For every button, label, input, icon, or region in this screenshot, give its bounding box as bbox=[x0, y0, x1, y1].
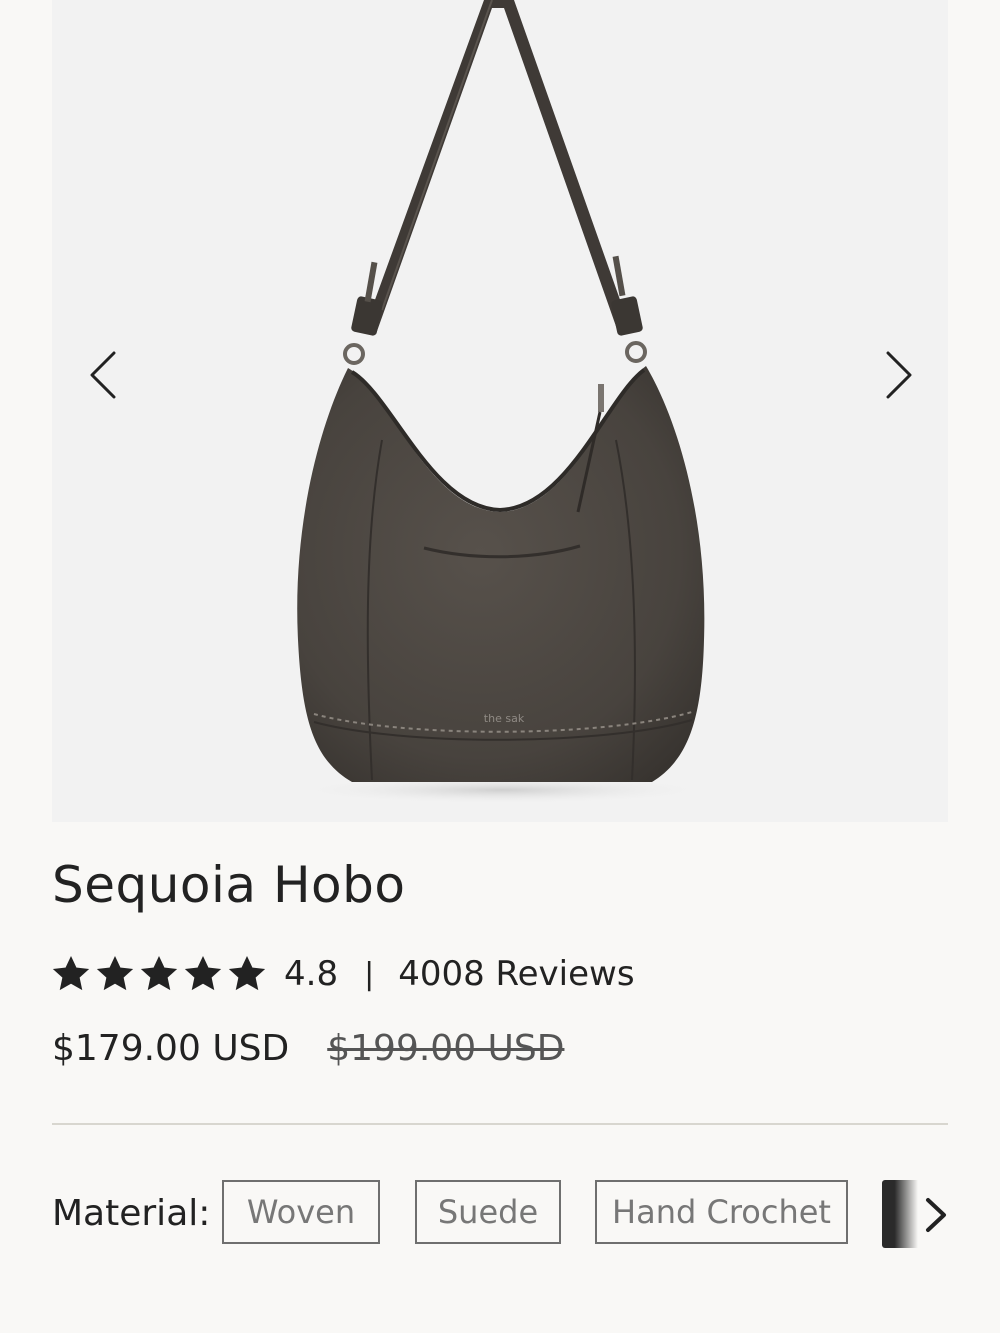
material-label: Material: bbox=[52, 1193, 211, 1234]
material-option-hand-crochet[interactable]: Hand Crochet bbox=[595, 1180, 848, 1244]
compare-at-price: $199.00 USD bbox=[327, 1028, 565, 1069]
material-scroll-next-button[interactable] bbox=[918, 1190, 952, 1240]
star-icon bbox=[96, 955, 134, 991]
bag-brand-mark: the sak bbox=[484, 712, 525, 725]
material-option-woven[interactable]: Woven bbox=[222, 1180, 380, 1244]
star-icon bbox=[184, 955, 222, 991]
star-icon bbox=[52, 955, 90, 991]
star-icon bbox=[140, 955, 178, 991]
product-title: Sequoia Hobo bbox=[52, 856, 406, 914]
material-selector: Material: Woven Suede Hand Crochet bbox=[52, 1180, 948, 1248]
star-icon bbox=[228, 955, 266, 991]
gallery-prev-button[interactable] bbox=[86, 345, 126, 405]
sale-price: $179.00 USD bbox=[52, 1028, 290, 1069]
star-rating bbox=[52, 955, 266, 993]
rating-row: 4.8 | 4008 Reviews bbox=[52, 950, 635, 998]
chevron-right-icon bbox=[886, 351, 912, 399]
chevron-left-icon bbox=[90, 351, 116, 399]
reviews-link[interactable]: 4008 Reviews bbox=[398, 954, 634, 994]
chevron-right-icon bbox=[926, 1198, 946, 1232]
rating-value: 4.8 bbox=[284, 954, 339, 994]
product-image-gallery[interactable]: the sak bbox=[52, 0, 948, 822]
product-image: the sak bbox=[292, 0, 712, 804]
gallery-next-button[interactable] bbox=[878, 345, 918, 405]
material-option-overflow[interactable] bbox=[882, 1180, 918, 1248]
material-option-suede[interactable]: Suede bbox=[415, 1180, 561, 1244]
price-row: $179.00 USD $199.00 USD bbox=[52, 1028, 564, 1069]
rating-separator: | bbox=[364, 956, 375, 992]
divider bbox=[52, 1123, 948, 1125]
